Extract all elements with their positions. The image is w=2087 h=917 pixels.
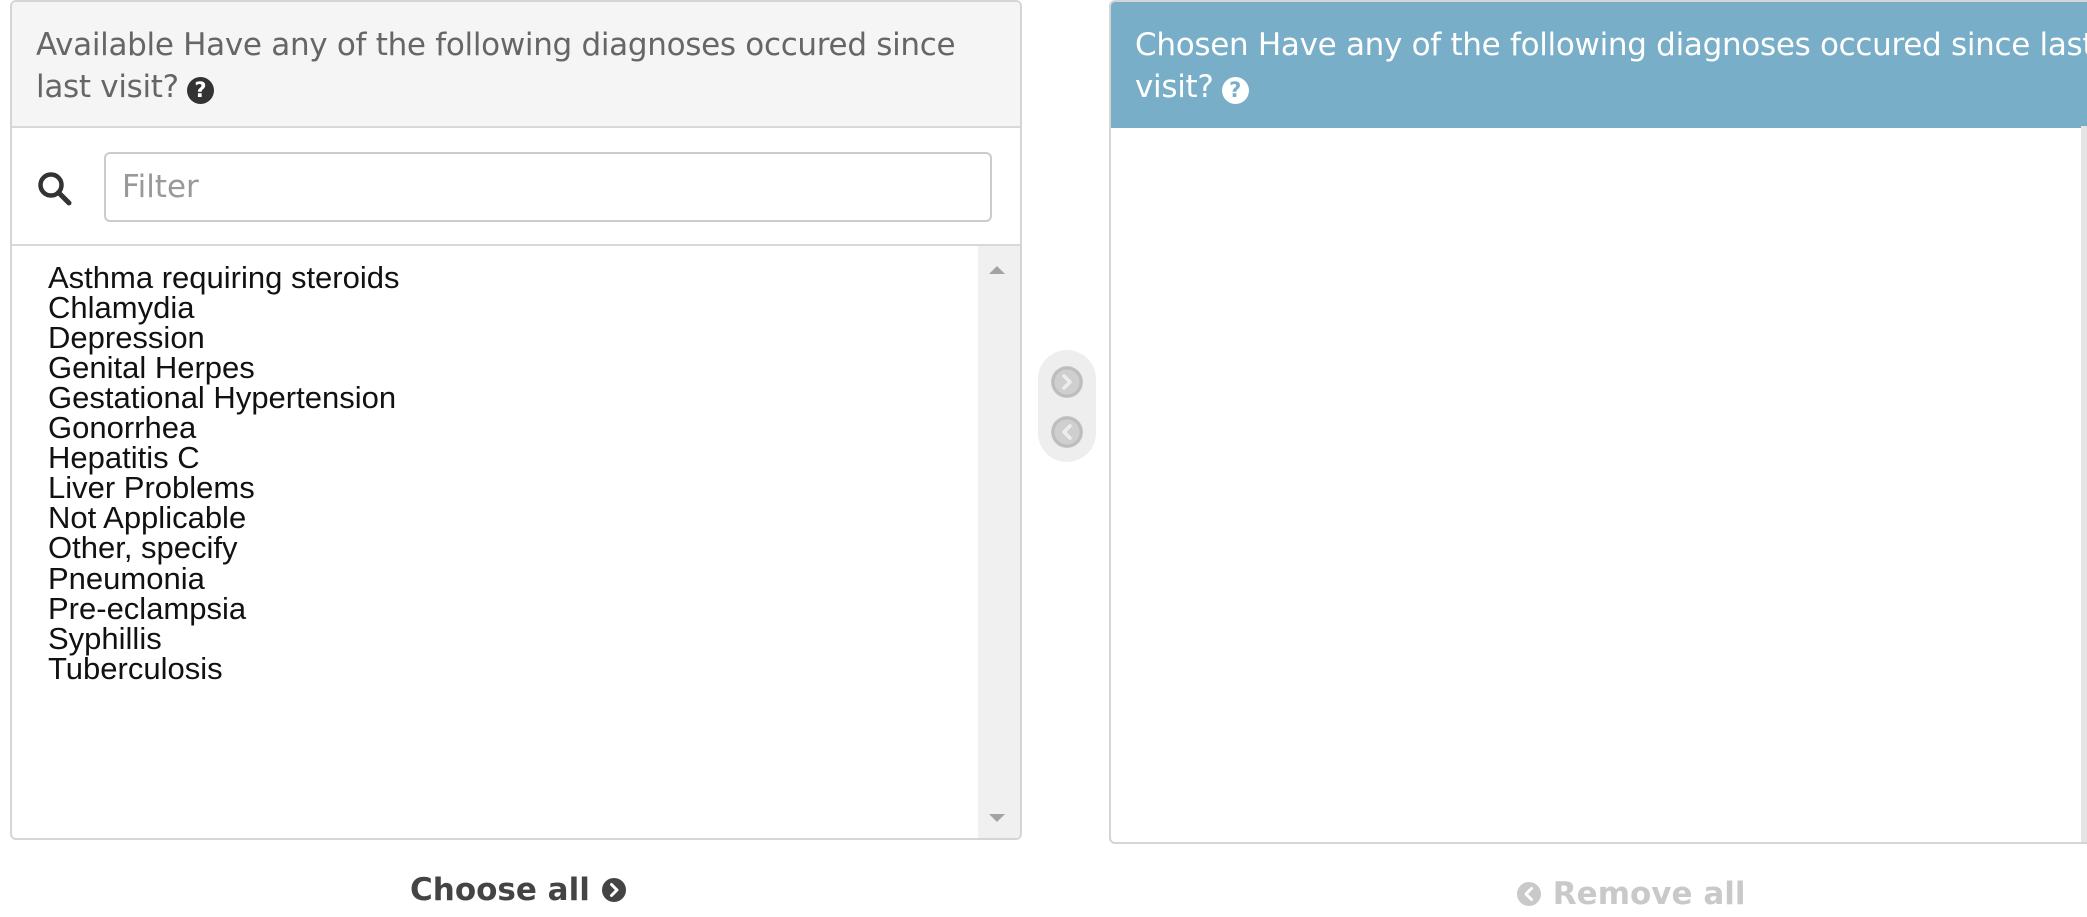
chosen-selector: Chosen Have any of the following diagnos… (1109, 0, 2087, 844)
search-icon (38, 172, 72, 206)
chosen-title: Chosen Have any of the following diagnos… (1135, 27, 2087, 105)
choose-all-label: Choose all (410, 872, 590, 908)
remove-all-label: Remove all (1552, 876, 1746, 912)
filter-horizontal-widget: Available Have any of the following diag… (0, 0, 2087, 917)
scroll-down-arrow-icon[interactable] (989, 814, 1005, 822)
scroll-up-arrow-icon[interactable] (989, 266, 1005, 274)
available-title-wrap: Available Have any of the following diag… (36, 24, 996, 108)
available-title: Available Have any of the following diag… (36, 27, 956, 105)
selector-chooser (1038, 350, 1096, 462)
remove-selected-button[interactable] (1051, 416, 1083, 448)
chosen-title-wrap: Chosen Have any of the following diagnos… (1135, 24, 2087, 108)
arrow-left-circle-icon (1516, 881, 1542, 907)
chosen-list-scrollbar[interactable] (2081, 126, 2087, 842)
arrow-right-circle-icon (1051, 366, 1083, 398)
question-circle-icon[interactable]: ? (186, 77, 214, 104)
question-circle-icon[interactable]: ? (1221, 77, 1249, 104)
arrow-right-circle-icon (601, 877, 627, 903)
available-options-list[interactable]: Asthma requiring steroids Chlamydia Depres… (12, 246, 978, 838)
filter-input[interactable] (104, 152, 992, 222)
add-selected-button[interactable] (1051, 366, 1083, 398)
arrow-left-circle-icon (1051, 416, 1083, 448)
available-header: Available Have any of the following diag… (12, 2, 1020, 128)
chosen-options-list[interactable] (1111, 128, 2087, 842)
available-list-scrollbar[interactable] (978, 246, 1020, 838)
remove-all-link[interactable]: Remove all (1516, 874, 1746, 914)
choose-all-link[interactable]: Choose all (410, 870, 627, 910)
available-selector: Available Have any of the following diag… (10, 0, 1022, 840)
option-item[interactable]: Tuberculosis (48, 649, 223, 689)
filter-row (12, 128, 1020, 246)
chosen-header: Chosen Have any of the following diagnos… (1111, 2, 2087, 128)
